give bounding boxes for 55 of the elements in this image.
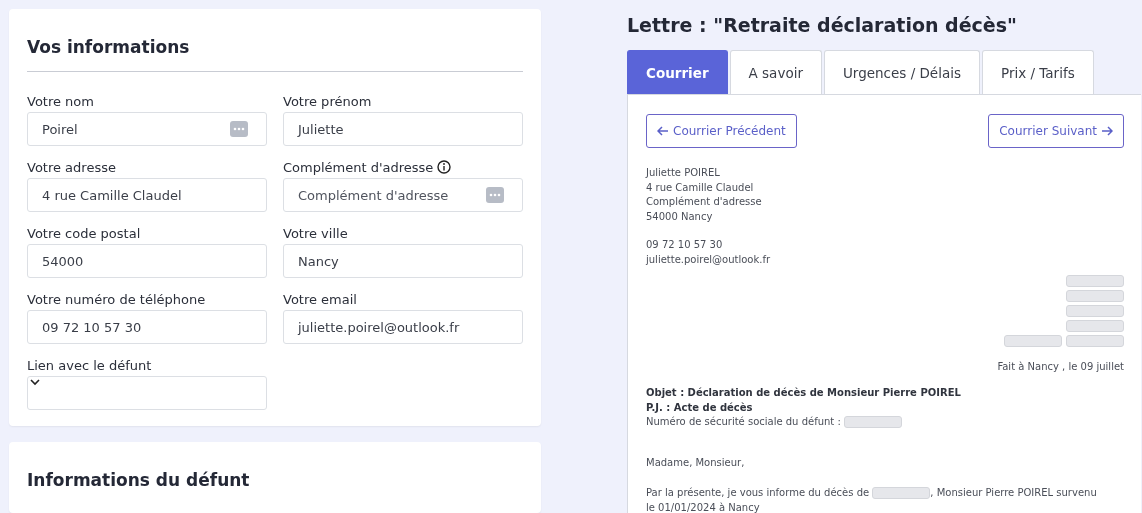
- info-icon[interactable]: [437, 160, 452, 174]
- blank-placeholder: [1066, 320, 1124, 332]
- text-field[interactable]: Nancy: [283, 244, 523, 278]
- blank-placeholder: [1004, 335, 1062, 347]
- field-label: Votre ville: [283, 225, 348, 241]
- blank-placeholder: [1066, 305, 1124, 317]
- field-label: Votre adresse: [27, 159, 116, 175]
- arrow-right-icon: [1101, 126, 1113, 136]
- letter-attachment: P.J. : Acte de décès: [646, 400, 754, 415]
- body-text: le 01/01/2024 à Nancy: [646, 500, 761, 513]
- sender-line: 4 rue Camille Claudel: [646, 180, 755, 195]
- body-text: Par la présente, je vous informe du décès de: [646, 487, 870, 498]
- autofill-icon[interactable]: [230, 121, 248, 137]
- text-field[interactable]: Poirel: [27, 112, 267, 146]
- field-label: Votre numéro de téléphone: [27, 291, 206, 307]
- chevron-icon: [30, 379, 40, 386]
- field-label: Votre nom: [27, 93, 94, 109]
- previous-button[interactable]: Courrier Précédent: [646, 114, 797, 148]
- blank-placeholder: [1066, 275, 1124, 287]
- letter-subject: Objet : Déclaration de décès de Monsieur Pierre POIREL: [646, 386, 962, 400]
- letter-title: Lettre : "Retraite déclaration décès": [627, 14, 1018, 36]
- select-field[interactable]: [27, 376, 267, 410]
- field-label: Lien avec le défunt: [27, 357, 152, 373]
- sender-line: Complément d'adresse: [646, 195, 763, 209]
- text-field[interactable]: Complément d'adresse: [283, 178, 523, 212]
- tab[interactable]: Urgences / Délais: [823, 50, 980, 94]
- tab[interactable]: Courrier: [627, 50, 728, 94]
- next-button[interactable]: Courrier Suivant: [988, 114, 1124, 148]
- section-title: Vos informations: [27, 37, 523, 72]
- text-field[interactable]: 09 72 10 57 30: [27, 310, 267, 344]
- place-date: Fait à Nancy , le 09 juillet: [997, 361, 1124, 372]
- arrow-left-icon: [657, 126, 669, 136]
- blank-placeholder: [1066, 290, 1124, 302]
- section-title: Informations du défunt: [27, 470, 251, 490]
- field-label: Votre code postal: [27, 225, 141, 241]
- blank-placeholder: [872, 487, 931, 499]
- ssn-label: Numéro de sécurité sociale du défunt :: [646, 416, 841, 427]
- field-label: Complément d'adresse: [283, 159, 434, 175]
- text-field[interactable]: juliette.poirel@outlook.fr: [283, 310, 523, 344]
- blank-placeholder: [844, 416, 902, 428]
- sender-line: Juliette POIREL: [646, 166, 721, 180]
- contact-line: 09 72 10 57 30: [646, 238, 724, 252]
- body-text: , Monsieur Pierre POIREL survenu: [930, 487, 1097, 498]
- blank-placeholder: [1066, 335, 1124, 347]
- sender-line: 54000 Nancy: [646, 209, 714, 224]
- text-field[interactable]: 54000: [27, 244, 267, 278]
- field-label: Votre email: [283, 291, 357, 307]
- contact-line: juliette.poirel@outlook.fr: [646, 252, 772, 267]
- text-field[interactable]: Juliette: [283, 112, 523, 146]
- greeting: Madame, Monsieur,: [646, 455, 746, 470]
- tab[interactable]: Prix / Tarifs: [982, 50, 1094, 94]
- autofill-icon[interactable]: [486, 187, 504, 203]
- tab[interactable]: A savoir: [729, 50, 822, 94]
- text-field[interactable]: 4 rue Camille Claudel: [27, 178, 267, 212]
- field-label: Votre prénom: [283, 93, 372, 109]
